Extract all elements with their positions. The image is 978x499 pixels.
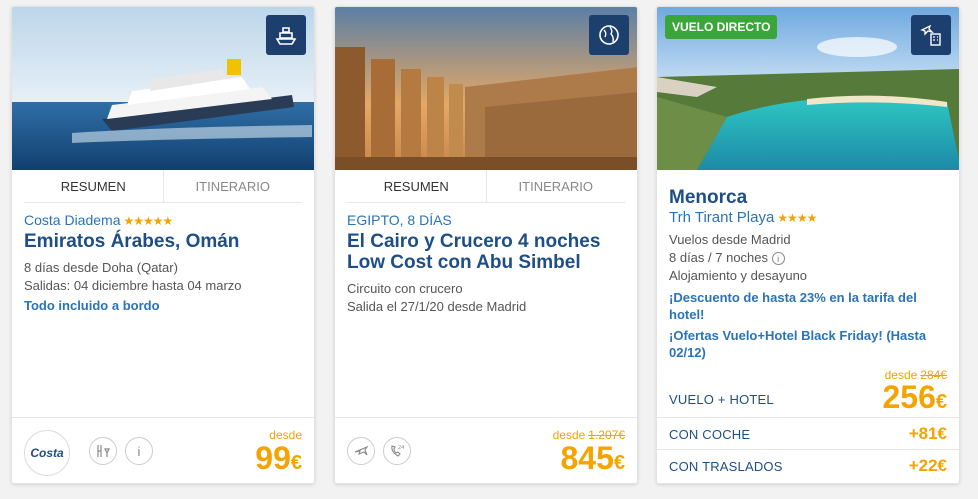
flight-hotel-icon xyxy=(911,15,951,55)
globe-icon xyxy=(589,15,629,55)
with-transfers-price: +22€ xyxy=(908,456,947,475)
circuit-card[interactable]: RESUMEN ITINERARIO EGIPTO, 8 DÍAS El Cai… xyxy=(334,6,638,484)
cruise-ship-image[interactable] xyxy=(12,7,314,170)
price-box: desde 99€ xyxy=(255,428,302,479)
rating-stars: ★★★★ xyxy=(777,211,817,225)
ship-name[interactable]: Costa Diadema xyxy=(24,212,121,228)
menorca-beach-image[interactable]: VUELO DIRECTO xyxy=(657,7,959,170)
egypt-temple-image[interactable] xyxy=(335,7,637,170)
hotel-discount-promo[interactable]: ¡Descuento de hasta 23% en la tarifa del… xyxy=(669,289,947,323)
with-car-label: CON COCHE xyxy=(669,426,751,442)
destination-title[interactable]: Menorca xyxy=(669,187,947,208)
drinks-icon[interactable] xyxy=(89,437,117,465)
duration-text: 8 días / 7 noches i xyxy=(669,249,947,267)
flights-from-text: Vuelos desde Madrid xyxy=(669,232,791,247)
circuit-type-text: Circuito con crucero xyxy=(347,281,463,296)
duration-text: 8 días desde Doha (Qatar) xyxy=(24,260,178,275)
hotel-name-line: Trh Tirant Playa ★★★★ xyxy=(669,209,947,226)
card-footer: 24 desde 1.207€ 845€ xyxy=(335,417,637,483)
price-value[interactable]: 256€ xyxy=(882,381,947,418)
card-footer: Costa i desde 99€ xyxy=(12,417,314,483)
tab-itinerario[interactable]: ITINERARIO xyxy=(162,170,303,202)
ship-name-line: Costa Diadema ★★★★★ xyxy=(24,212,302,228)
departure-text: Salida el 27/1/20 desde Madrid xyxy=(347,299,527,314)
hotel-name[interactable]: Trh Tirant Playa xyxy=(669,209,774,226)
costa-logo: Costa xyxy=(24,430,70,476)
price-value[interactable]: 99€ xyxy=(255,442,302,479)
tab-itinerario[interactable]: ITINERARIO xyxy=(485,170,626,202)
direct-flight-badge: VUELO DIRECTO xyxy=(665,15,778,39)
flight-hotel-label: VUELO + HOTEL xyxy=(669,391,774,407)
with-car-price: +81€ xyxy=(908,424,947,443)
plane-icon[interactable] xyxy=(347,437,375,465)
cruise-card[interactable]: RESUMEN ITINERARIO Costa Diadema ★★★★★ Em… xyxy=(11,6,315,484)
flight-hotel-card[interactable]: VUELO DIRECTO Menorca Trh Tirant Playa ★★… xyxy=(656,6,960,484)
info-icon[interactable]: i xyxy=(771,252,785,266)
price-value[interactable]: 845€ xyxy=(553,442,625,479)
destination-subtitle: EGIPTO, 8 DÍAS xyxy=(347,212,452,228)
card-tabs: RESUMEN ITINERARIO xyxy=(24,170,302,203)
with-transfers-row[interactable]: CON TRASLADOS +22€ xyxy=(657,451,959,481)
tab-resumen[interactable]: RESUMEN xyxy=(24,170,163,202)
black-friday-promo[interactable]: ¡Ofertas Vuelo+Hotel Black Friday! (Hast… xyxy=(669,327,947,361)
flight-hotel-row[interactable]: VUELO + HOTEL 256€ xyxy=(657,381,959,418)
with-transfers-label: CON TRASLADOS xyxy=(669,458,783,474)
tab-resumen[interactable]: RESUMEN xyxy=(347,170,486,202)
departures-text: Salidas: 04 diciembre hasta 04 marzo xyxy=(24,278,242,293)
board-type-text: Alojamiento y desayuno xyxy=(669,268,808,283)
cruise-title[interactable]: Emiratos Árabes, Omán xyxy=(24,231,302,252)
card-tabs: RESUMEN ITINERARIO xyxy=(347,170,625,203)
24h-assistance-icon[interactable]: 24 xyxy=(383,437,411,465)
with-car-row[interactable]: CON COCHE +81€ xyxy=(657,419,959,449)
info-icon[interactable]: i xyxy=(125,437,153,465)
circuit-title[interactable]: El Cairo y Crucero 4 noches Low Cost con… xyxy=(347,231,625,273)
rating-stars: ★★★★★ xyxy=(123,214,174,228)
price-box: desde 1.207€ 845€ xyxy=(553,428,625,479)
svg-text:24: 24 xyxy=(398,445,404,451)
cruise-ship-icon xyxy=(266,15,306,55)
all-inclusive-text: Todo incluido a bordo xyxy=(24,298,160,313)
